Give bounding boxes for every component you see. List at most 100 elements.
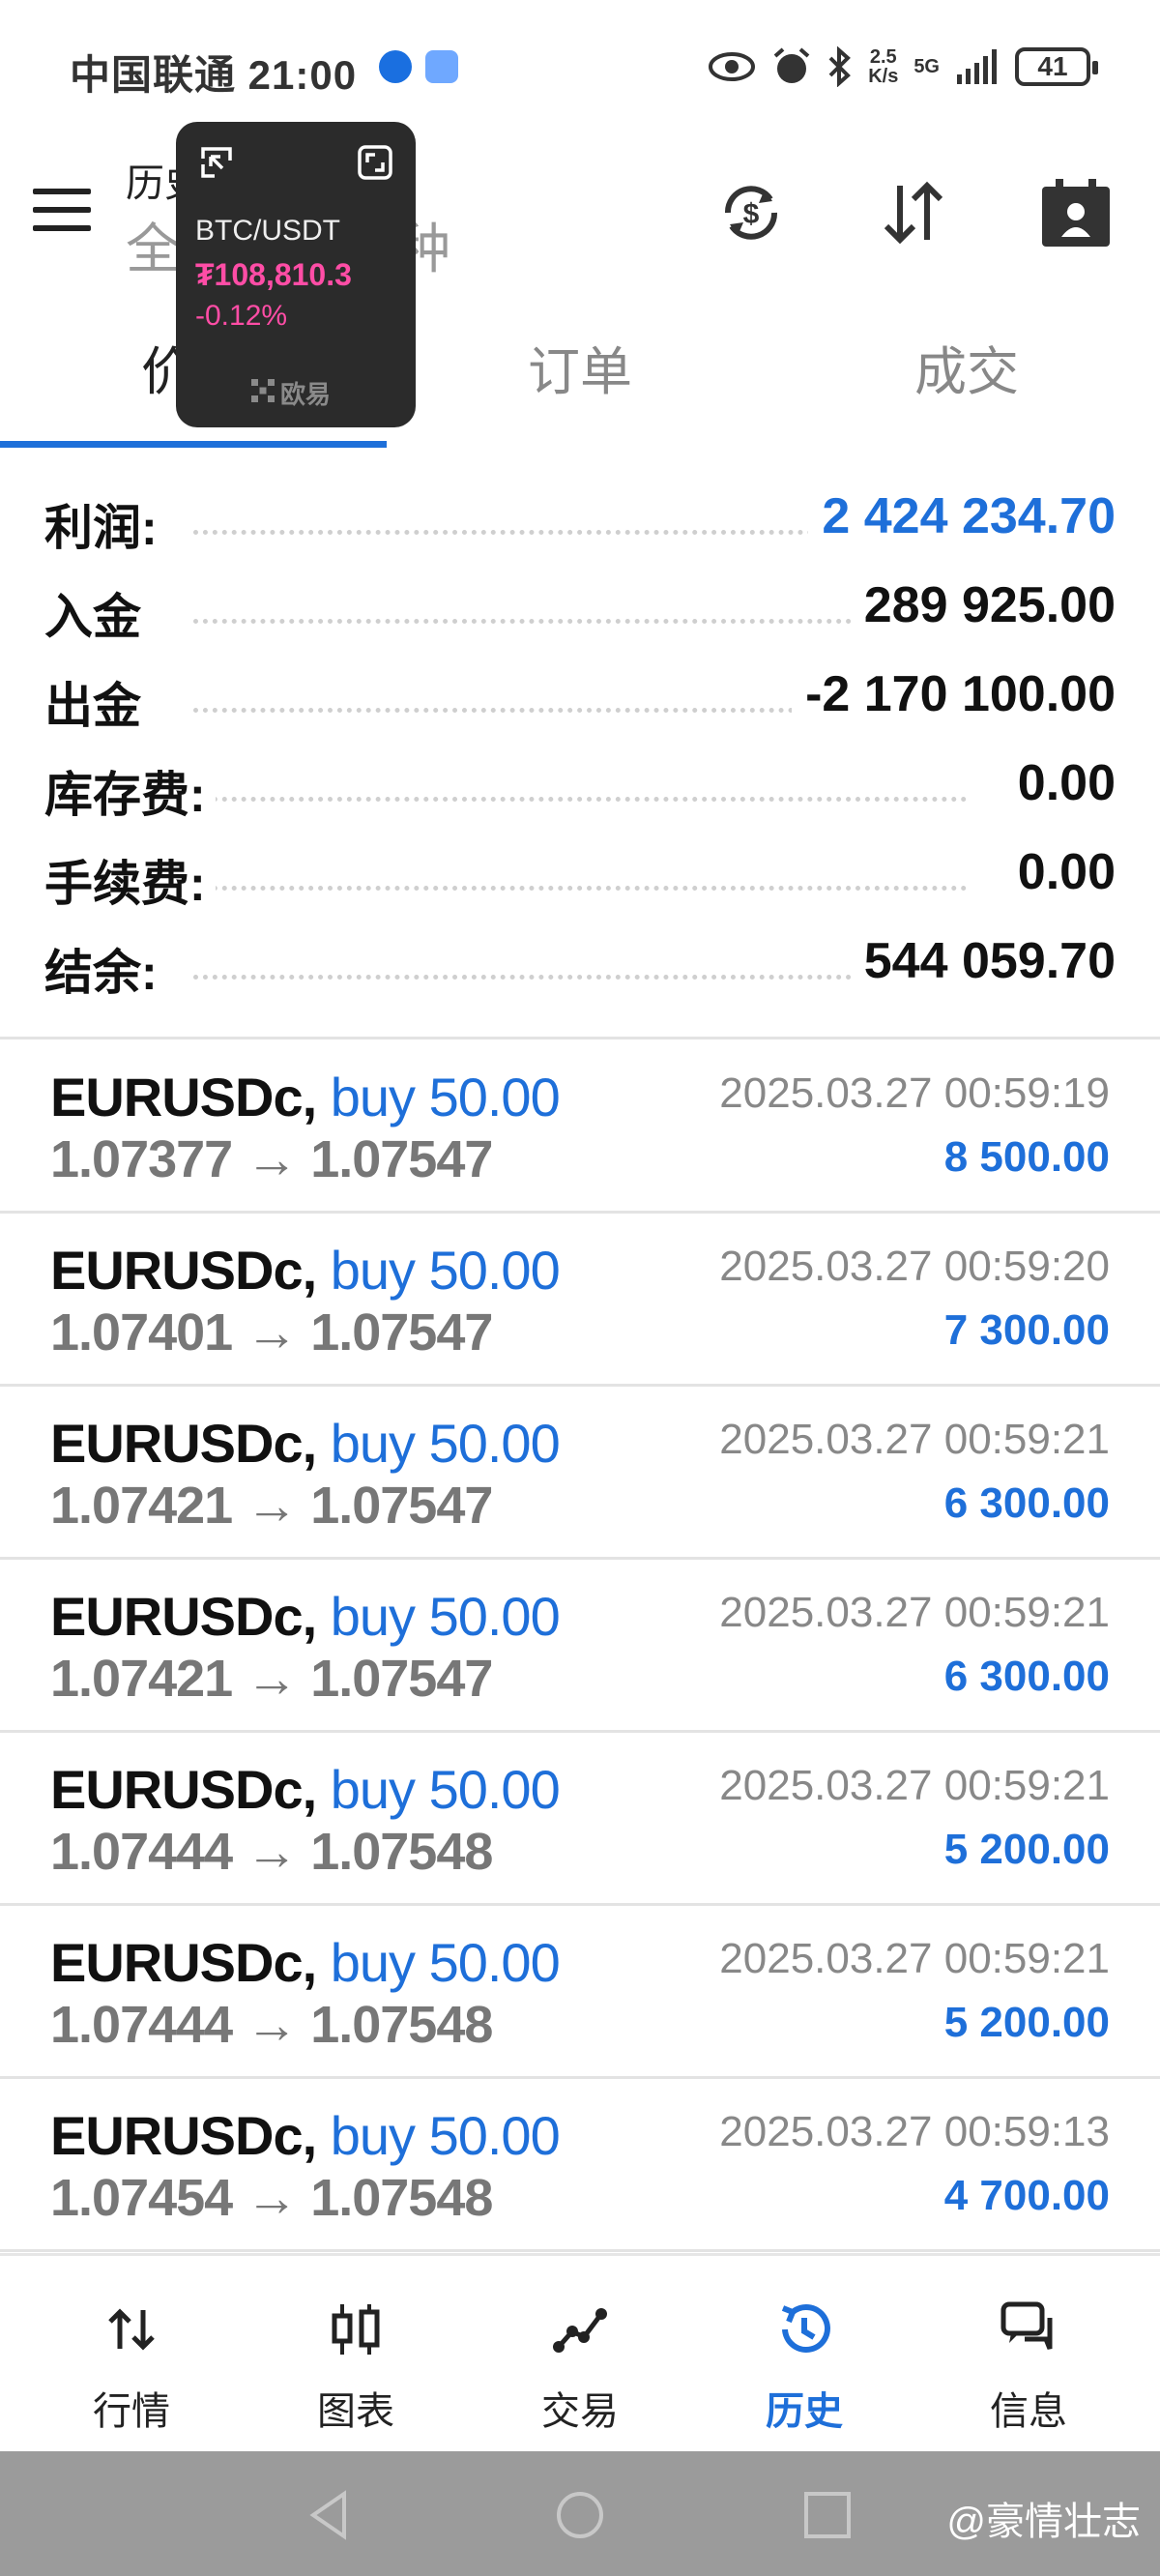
trade-profit: 4 700.00 bbox=[943, 2172, 1110, 2219]
nav-label: 交易 bbox=[541, 2390, 619, 2433]
trade-prices: 1.07421 → 1.07547 bbox=[50, 1650, 493, 1708]
eye-icon bbox=[709, 52, 756, 81]
trade-row[interactable]: EURUSDc, buy 50.00 1.07377 → 1.07547 202… bbox=[0, 1040, 1160, 1214]
nav-messages[interactable]: 信息 bbox=[916, 2256, 1141, 2454]
sort-button[interactable] bbox=[870, 169, 957, 256]
summary-row-withdrawal: 出金 -2 170 100.00 bbox=[0, 652, 1160, 741]
trade-profit: 6 300.00 bbox=[943, 1653, 1110, 1700]
leader-dots bbox=[193, 886, 967, 891]
menu-icon[interactable] bbox=[33, 189, 91, 231]
bluetooth-icon bbox=[828, 46, 852, 87]
overlay-price: ₮108,810.3 bbox=[195, 257, 352, 292]
system-navigation-bar: @豪情壮志 bbox=[0, 2451, 1160, 2576]
trade-time: 2025.03.27 00:59:19 bbox=[719, 1069, 1110, 1117]
trade-prices: 1.07444 → 1.07548 bbox=[50, 1823, 493, 1881]
trade-profit: 7 300.00 bbox=[943, 1306, 1110, 1354]
summary-label: 手续费: bbox=[44, 845, 216, 915]
currency-exchange-icon: $ bbox=[724, 186, 778, 240]
summary-row-swap: 库存费: 0.00 bbox=[0, 741, 1160, 830]
section-divider bbox=[0, 1037, 1160, 1039]
trade-time: 2025.03.27 00:59:21 bbox=[719, 1762, 1110, 1809]
okx-logo-icon bbox=[251, 379, 275, 402]
watermark: @豪情壮志 bbox=[946, 2501, 1141, 2543]
nav-history[interactable]: 历史 bbox=[692, 2256, 916, 2454]
trade-symbol: EURUSDc, buy 50.00 bbox=[50, 1586, 561, 1647]
trade-row[interactable]: EURUSDc, buy 50.00 1.07421 → 1.07547 202… bbox=[0, 1387, 1160, 1560]
btc-floating-widget[interactable]: BTC/USDT ₮108,810.3 -0.12% 欧易 bbox=[176, 122, 416, 427]
trade-side: buy 50.00 bbox=[330, 1932, 561, 1993]
summary-value: 289 925.00 bbox=[850, 576, 1116, 634]
trade-profit: 5 200.00 bbox=[943, 1826, 1110, 1873]
overlay-change: -0.12% bbox=[195, 300, 288, 332]
status-bar: 中国联通 21:00 2.5 K/s 5G 41 bbox=[0, 0, 1160, 140]
currency-exchange-button[interactable]: $ bbox=[708, 169, 795, 256]
trade-profit: 6 300.00 bbox=[943, 1479, 1110, 1527]
bottom-navigation: 行情 图表 交易 历史 信息 bbox=[0, 2253, 1160, 2451]
calendar-contact-button[interactable] bbox=[1032, 169, 1119, 256]
overlay-brand: 欧易 bbox=[280, 380, 332, 409]
trade-row[interactable]: EURUSDc, buy 50.00 1.07444 → 1.07548 202… bbox=[0, 1733, 1160, 1906]
nav-label: 图表 bbox=[317, 2390, 394, 2433]
trade-symbol: EURUSDc, buy 50.00 bbox=[50, 1759, 561, 1820]
summary-row-deposit: 入金 289 925.00 bbox=[0, 563, 1160, 652]
tab-deals[interactable]: 成交 bbox=[773, 319, 1160, 435]
summary-label: 利润: bbox=[44, 489, 167, 559]
summary-label: 入金 bbox=[44, 578, 151, 648]
calendar-person-icon bbox=[1042, 179, 1110, 247]
history-clock-icon bbox=[781, 2304, 830, 2353]
nav-label: 行情 bbox=[93, 2390, 170, 2433]
candlestick-chart-icon bbox=[332, 2304, 380, 2355]
trade-prices: 1.07444 → 1.07548 bbox=[50, 1996, 493, 2054]
trade-line-icon bbox=[553, 2308, 607, 2353]
expand-window-icon[interactable] bbox=[356, 143, 394, 182]
summary-value: 0.00 bbox=[1003, 843, 1116, 901]
summary-label: 结余: bbox=[44, 934, 167, 1004]
trade-row[interactable]: EURUSDc, buy 50.00 1.07454 → 1.07548 202… bbox=[0, 2079, 1160, 2252]
trade-side: buy 50.00 bbox=[330, 1413, 561, 1474]
summary-row-commission: 手续费: 0.00 bbox=[0, 830, 1160, 919]
trade-symbol: EURUSDc, buy 50.00 bbox=[50, 1413, 561, 1474]
summary-value: 2 424 234.70 bbox=[808, 487, 1116, 545]
trade-side: buy 50.00 bbox=[330, 2105, 561, 2166]
trade-prices: 1.07421 → 1.07547 bbox=[50, 1477, 493, 1535]
tab-orders[interactable]: 订单 bbox=[387, 319, 773, 435]
messages-icon bbox=[1000, 2301, 1053, 2350]
trade-side: buy 50.00 bbox=[330, 1240, 561, 1301]
battery-indicator: 41 bbox=[1015, 47, 1098, 86]
summary-row-balance: 结余: 544 059.70 bbox=[0, 919, 1160, 1008]
sort-arrows-icon bbox=[884, 181, 943, 245]
nav-label: 信息 bbox=[990, 2390, 1067, 2433]
nav-label: 历史 bbox=[766, 2390, 843, 2433]
trade-profit: 5 200.00 bbox=[943, 1999, 1110, 2046]
summary-value: 0.00 bbox=[1003, 754, 1116, 812]
nav-quotes[interactable]: 行情 bbox=[19, 2256, 244, 2454]
trade-side: buy 50.00 bbox=[330, 1759, 561, 1820]
status-indicators: 2.5 K/s 5G 41 bbox=[708, 43, 1098, 91]
trade-row[interactable]: EURUSDc, buy 50.00 1.07421 → 1.07547 202… bbox=[0, 1560, 1160, 1733]
summary-row-profit: 利润: 2 424 234.70 bbox=[0, 474, 1160, 563]
trade-time: 2025.03.27 00:59:21 bbox=[719, 1416, 1110, 1463]
shrink-window-icon[interactable] bbox=[197, 143, 236, 182]
trade-prices: 1.07401 → 1.07547 bbox=[50, 1303, 493, 1361]
trade-row[interactable]: EURUSDc, buy 50.00 1.07401 → 1.07547 202… bbox=[0, 1214, 1160, 1387]
trade-list: EURUSDc, buy 50.00 1.07377 → 1.07547 202… bbox=[0, 1040, 1160, 2252]
trade-symbol: EURUSDc, buy 50.00 bbox=[50, 2105, 561, 2166]
svg-text:$: $ bbox=[743, 198, 760, 230]
nav-charts[interactable]: 图表 bbox=[244, 2256, 468, 2454]
recents-icon[interactable] bbox=[798, 2486, 856, 2544]
trade-row[interactable]: EURUSDc, buy 50.00 1.07444 → 1.07548 202… bbox=[0, 1906, 1160, 2079]
trade-time: 2025.03.27 00:59:21 bbox=[719, 1589, 1110, 1636]
nav-trade[interactable]: 交易 bbox=[468, 2256, 692, 2454]
network-type: 5G bbox=[914, 55, 940, 77]
alarm-icon bbox=[773, 47, 810, 83]
trade-profit: 8 500.00 bbox=[943, 1133, 1110, 1181]
summary-label: 库存费: bbox=[44, 756, 216, 826]
back-icon[interactable] bbox=[302, 2486, 360, 2544]
trade-prices: 1.07377 → 1.07547 bbox=[50, 1130, 493, 1188]
app-notification-icon bbox=[379, 50, 412, 83]
carrier-time: 中国联通 21:00 bbox=[70, 52, 358, 98]
trade-prices: 1.07454 → 1.07548 bbox=[50, 2169, 493, 2227]
home-icon[interactable] bbox=[551, 2486, 609, 2544]
trade-side: buy 50.00 bbox=[330, 1067, 561, 1127]
summary-value: -2 170 100.00 bbox=[792, 665, 1116, 723]
